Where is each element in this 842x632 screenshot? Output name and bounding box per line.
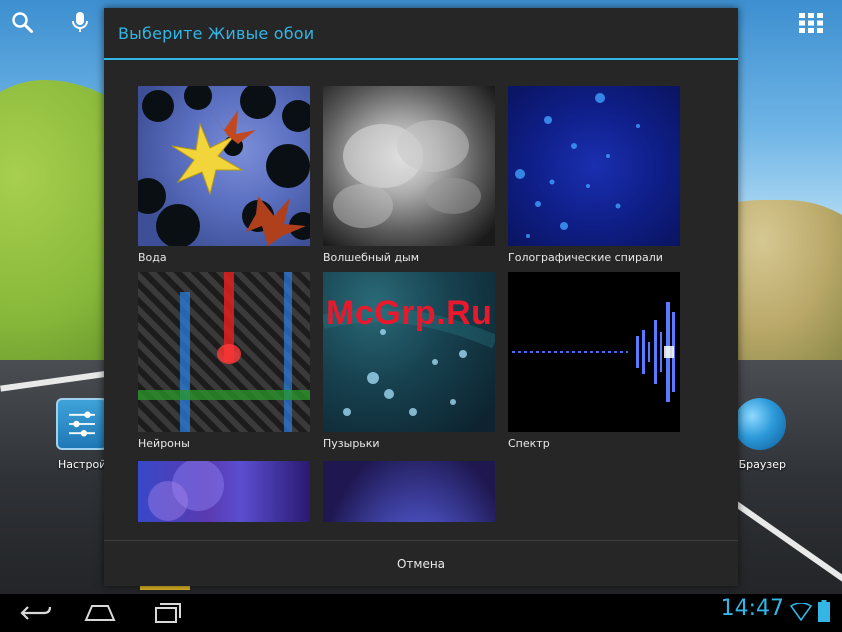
apps-grid-icon[interactable]	[798, 12, 824, 34]
wallpaper-tile-neurons[interactable]: Нейроны	[138, 272, 310, 450]
search-icon[interactable]	[10, 10, 34, 34]
recent-apps-button[interactable]	[146, 600, 186, 626]
wallpaper-tile-holo[interactable]: Голографические спирали	[508, 86, 680, 264]
wallpaper-thumb-galaxy	[323, 461, 495, 522]
wallpaper-tile-water[interactable]: Вода	[138, 86, 310, 264]
back-icon	[20, 606, 52, 620]
wallpaper-thumb-water	[138, 86, 310, 246]
wallpaper-label-bubbles: Пузырьки	[323, 437, 380, 450]
title-divider	[104, 58, 738, 60]
wallpaper-tile-nebula[interactable]	[138, 461, 310, 522]
dialog-title: Выберите Живые обои	[118, 24, 315, 43]
wallpaper-thumb-neurons	[138, 272, 310, 432]
status-clock[interactable]: 14:47	[721, 596, 784, 621]
wallpaper-thumb-spectrum	[508, 272, 680, 432]
back-button[interactable]	[14, 600, 54, 626]
wallpaper-label-smoke: Волшебный дым	[323, 251, 420, 264]
wallpaper-thumb-nebula	[138, 461, 310, 522]
wallpaper-thumb-smoke	[323, 86, 495, 246]
wallpaper-label-neurons: Нейроны	[138, 437, 190, 450]
wallpaper-label-spectrum: Спектр	[508, 437, 550, 450]
browser-shortcut-label: Браузер	[738, 458, 786, 471]
home-icon	[84, 605, 116, 621]
wallpaper-tile-galaxy[interactable]	[323, 461, 495, 522]
wifi-icon	[790, 603, 812, 621]
settings-sliders-icon	[69, 411, 95, 437]
settings-shortcut[interactable]	[56, 398, 108, 450]
system-navigation-bar: 14:47	[0, 594, 842, 632]
wallpaper-thumb-holo	[508, 86, 680, 246]
recent-apps-icon	[155, 603, 181, 623]
battery-icon	[818, 600, 830, 622]
wallpaper-label-holo: Голографические спирали	[508, 251, 663, 264]
home-button[interactable]	[80, 600, 120, 626]
cancel-button[interactable]: Отмена	[104, 541, 738, 586]
mic-icon[interactable]	[68, 10, 92, 34]
browser-shortcut[interactable]	[734, 398, 786, 450]
wallpaper-label-water: Вода	[138, 251, 167, 264]
wallpaper-tile-smoke[interactable]: Волшебный дым	[323, 86, 495, 264]
watermark-text: McGrp.Ru	[326, 294, 493, 332]
wallpaper-tile-spectrum[interactable]: Спектр	[508, 272, 680, 450]
